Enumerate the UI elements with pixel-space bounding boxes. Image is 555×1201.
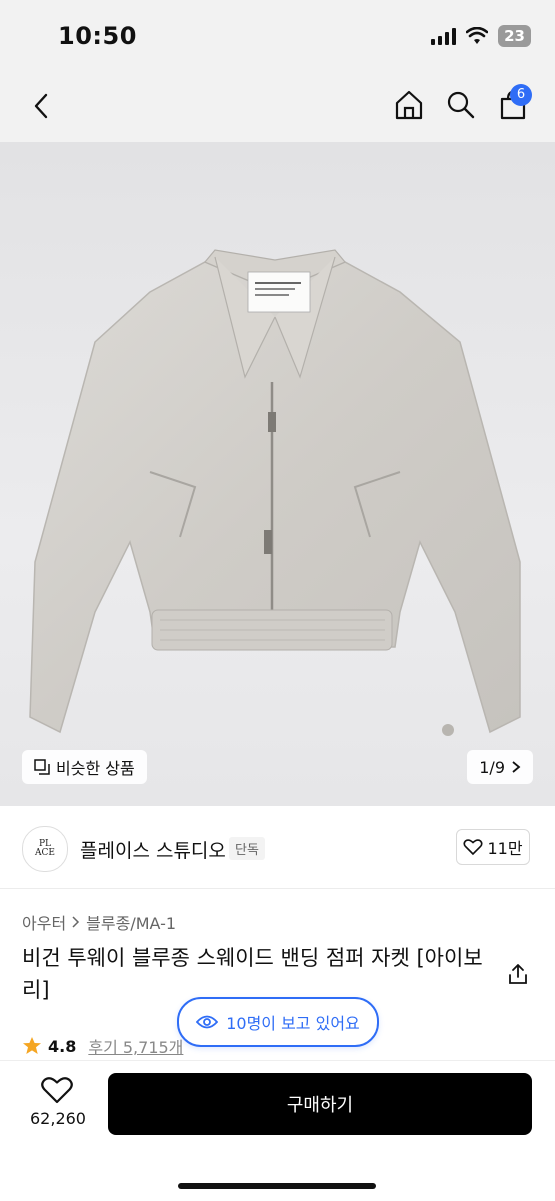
share-icon[interactable] [506, 962, 530, 986]
viewers-text: 10명이 보고 있어요 [226, 1014, 360, 1033]
rating-score: 4.8 [48, 1036, 77, 1056]
top-nav: 6 [0, 72, 555, 142]
rating-row: 4.8 후기 5,715개 [22, 1034, 183, 1058]
status-bar: 10:50 23 [0, 0, 555, 72]
home-icon[interactable] [392, 88, 426, 122]
jacket-image [29, 249, 521, 736]
chevron-right-icon [72, 916, 80, 928]
copy-icon [34, 759, 50, 775]
cart-count-badge: 6 [510, 84, 532, 106]
viewers-badge: 10명이 보고 있어요 [177, 997, 379, 1047]
search-icon[interactable] [444, 88, 478, 122]
eye-icon [196, 1015, 219, 1029]
brand-name[interactable]: 플레이스 스튜디오 [80, 836, 226, 863]
brand-logo[interactable]: PL ACE [22, 826, 68, 872]
battery-icon: 23 [498, 25, 531, 47]
buy-button[interactable]: 구매하기 [108, 1073, 532, 1135]
back-arrow-icon[interactable] [26, 90, 58, 122]
heart-icon [463, 839, 483, 856]
home-indicator [178, 1183, 376, 1189]
similar-products-button[interactable]: 비슷한 상품 [22, 750, 147, 784]
wifi-icon [466, 27, 489, 44]
image-pager[interactable]: 1/9 [467, 750, 533, 784]
wishlist-heart-icon[interactable] [40, 1075, 74, 1105]
bottom-purchase-bar: 62,260 구매하기 [0, 1060, 555, 1201]
breadcrumb-item[interactable]: 블루종/MA-1 [86, 910, 176, 934]
chevron-right-icon [512, 761, 521, 773]
status-icons: 23 [431, 25, 531, 47]
similar-products-label: 비슷한 상품 [56, 759, 135, 778]
status-time: 10:50 [58, 22, 137, 50]
exclusive-tag: 단독 [229, 837, 265, 860]
breadcrumb: 아우터 블루종/MA-1 [22, 910, 176, 934]
wishlist-count: 62,260 [30, 1109, 86, 1128]
brand-row: PL ACE 플레이스 스튜디오 단독 11만 [0, 806, 555, 889]
page-indicator: 1/9 [479, 757, 505, 777]
breadcrumb-item[interactable]: 아우터 [22, 910, 66, 934]
star-icon [23, 1037, 41, 1054]
product-image-gallery[interactable]: 비슷한 상품 1/9 [0, 142, 555, 806]
review-count-link[interactable]: 후기 5,715개 [88, 1034, 183, 1058]
brand-like-count: 11만 [487, 839, 523, 858]
brand-like-button[interactable]: 11만 [456, 829, 530, 865]
signal-icon [431, 27, 457, 45]
